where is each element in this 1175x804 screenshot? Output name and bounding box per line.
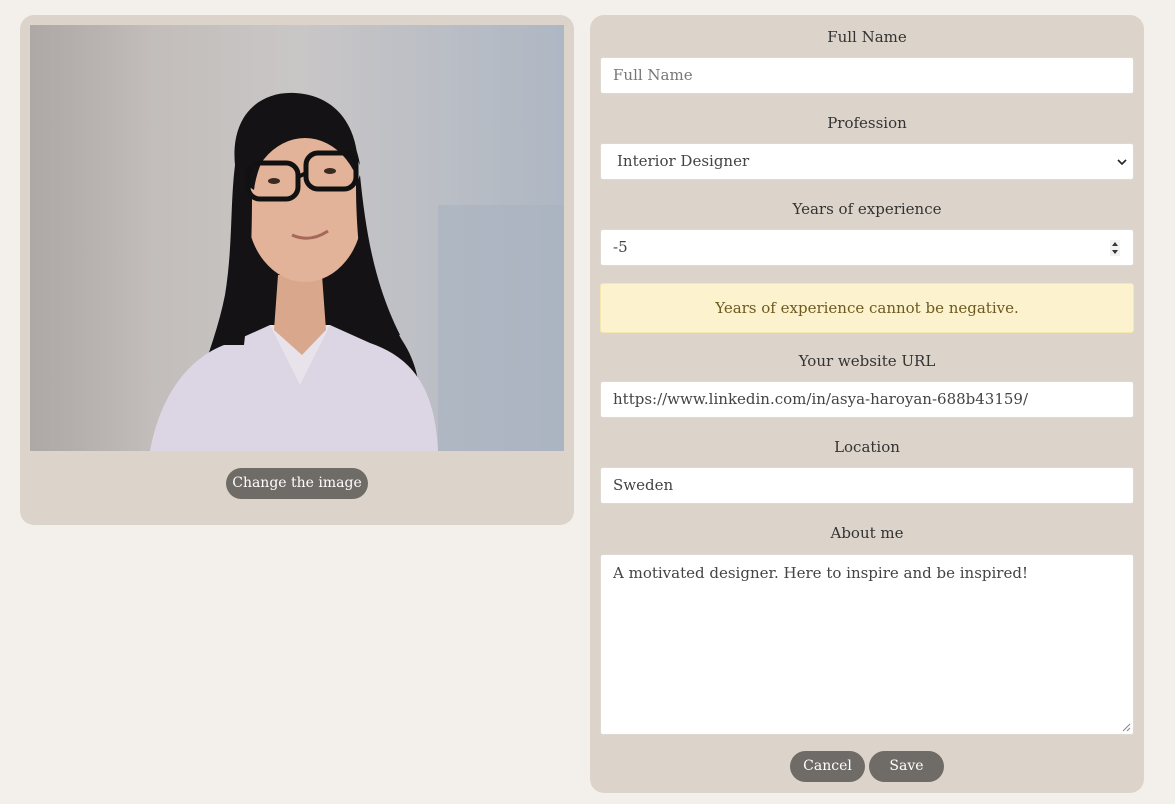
years-value: -5 — [613, 238, 628, 256]
website-input[interactable]: https://www.linkedin.com/in/asya-haroyan… — [600, 381, 1134, 418]
about-label: About me — [830, 524, 904, 542]
location-label: Location — [834, 438, 900, 456]
number-spinner-icon[interactable] — [1110, 240, 1120, 256]
change-image-button[interactable]: Change the image — [226, 468, 368, 499]
location-input[interactable]: Sweden — [600, 467, 1134, 504]
profession-value: Interior Designer — [617, 152, 750, 170]
resize-grip-icon[interactable] — [1122, 723, 1131, 732]
years-error-alert: Years of experience cannot be negative. — [600, 283, 1134, 333]
cancel-button[interactable]: Cancel — [790, 751, 865, 782]
full-name-label: Full Name — [827, 28, 907, 46]
years-label: Years of experience — [792, 200, 942, 218]
profession-select[interactable]: Interior Designer — [600, 143, 1134, 180]
save-button[interactable]: Save — [869, 751, 944, 782]
years-input[interactable]: -5 — [600, 229, 1134, 266]
full-name-input[interactable]: Full Name — [600, 57, 1134, 94]
about-textarea[interactable]: A motivated designer. Here to inspire an… — [600, 554, 1134, 735]
profile-form: Full Name Full Name Profession Interior … — [590, 15, 1144, 793]
profile-photo — [30, 25, 564, 451]
about-value: A motivated designer. Here to inspire an… — [613, 564, 1028, 582]
full-name-placeholder: Full Name — [613, 66, 693, 84]
website-label: Your website URL — [798, 352, 936, 370]
location-value: Sweden — [613, 476, 674, 494]
profession-label: Profession — [827, 114, 907, 132]
chevron-down-icon — [1117, 159, 1127, 166]
profile-image-card: Change the image — [20, 15, 574, 525]
website-value: https://www.linkedin.com/in/asya-haroyan… — [613, 390, 1029, 408]
